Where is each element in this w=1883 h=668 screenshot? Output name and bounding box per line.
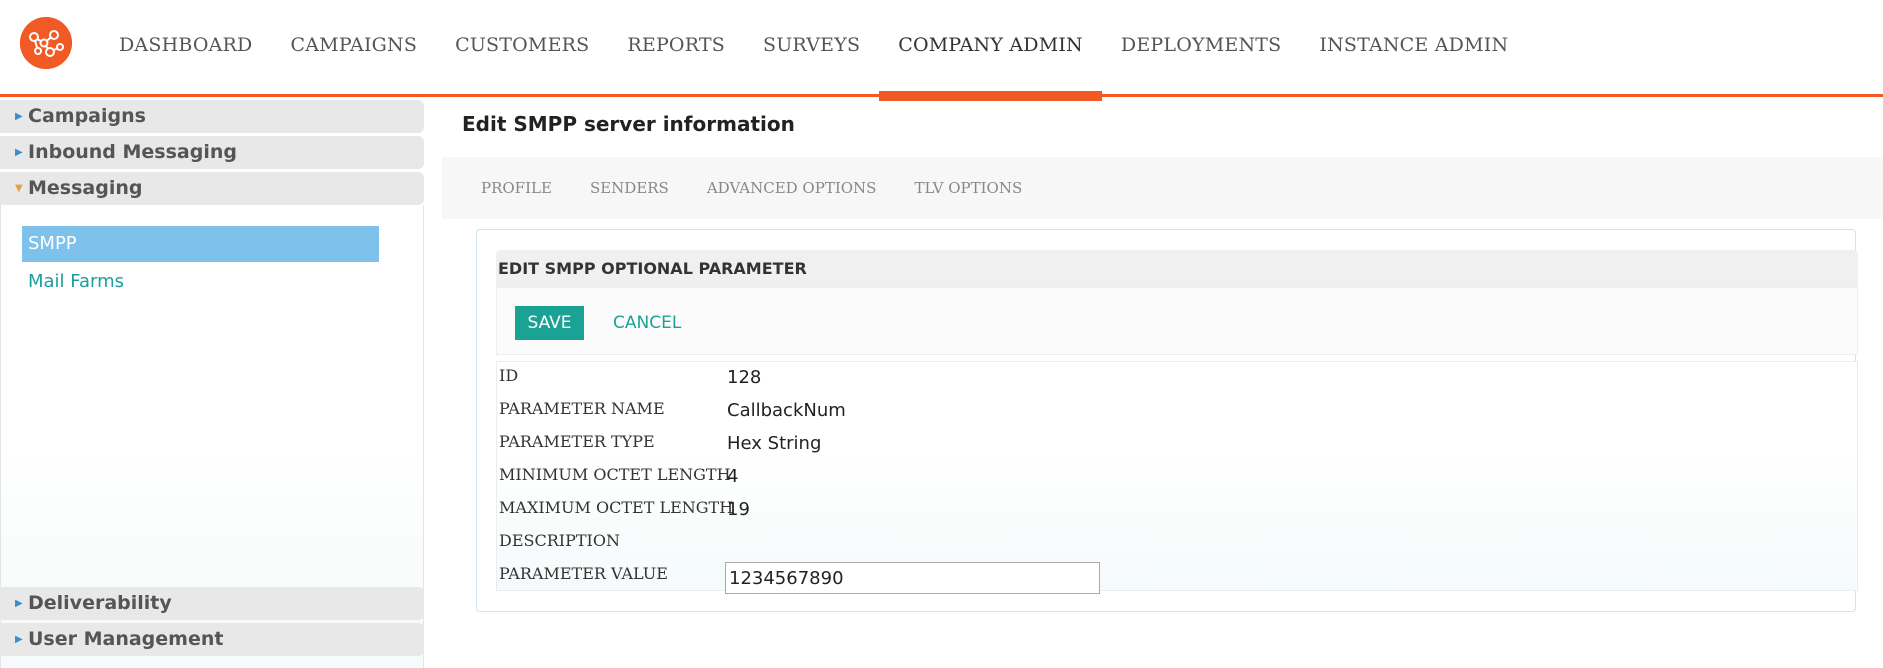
tab-senders[interactable]: SENDERS xyxy=(571,179,688,197)
tab-tlv-options[interactable]: TLV OPTIONS xyxy=(895,179,1041,197)
form-row-id: ID 128 xyxy=(497,362,1859,390)
field-value: CallbackNum xyxy=(727,400,846,421)
form-row-max-octet-length: MAXIMUM OCTET LENGTH 19 xyxy=(497,494,1859,522)
caret-right-icon: ▶ xyxy=(15,111,23,122)
nav-campaigns[interactable]: CAMPAIGNS xyxy=(272,2,437,96)
caret-right-icon: ▶ xyxy=(15,598,23,609)
caret-right-icon: ▶ xyxy=(15,147,23,158)
form-row-min-octet-length: MINIMUM OCTET LENGTH 4 xyxy=(497,461,1859,489)
edit-parameter-panel: EDIT SMPP OPTIONAL PARAMETER SAVE CANCEL… xyxy=(476,229,1859,612)
sidebar-section-label: Deliverability xyxy=(28,592,172,614)
tab-profile[interactable]: PROFILE xyxy=(462,179,571,197)
sidebar-section-label: Campaigns xyxy=(28,105,146,127)
tab-advanced-options[interactable]: ADVANCED OPTIONS xyxy=(688,179,896,197)
sidebar-section-inbound-messaging[interactable]: ▶ Inbound Messaging xyxy=(0,136,424,169)
top-navigation-bar: DASHBOARD CAMPAIGNS CUSTOMERS REPORTS SU… xyxy=(0,0,1883,101)
sidebar-section-user-management[interactable]: ▶ User Management xyxy=(0,623,424,656)
field-label: PARAMETER VALUE xyxy=(499,564,668,583)
sidebar-item-mail-farms[interactable]: Mail Farms xyxy=(22,264,379,300)
nav-company-admin[interactable]: COMPANY ADMIN xyxy=(879,2,1102,101)
sidebar: ▶ Campaigns ▶ Inbound Messaging ▼ Messag… xyxy=(0,100,425,668)
sidebar-section-label: Messaging xyxy=(28,177,143,199)
nav-surveys[interactable]: SURVEYS xyxy=(744,2,879,96)
form-row-parameter-value: PARAMETER VALUE xyxy=(497,560,1859,594)
cancel-button[interactable]: CANCEL xyxy=(594,306,700,340)
caret-down-icon: ▼ xyxy=(15,183,23,194)
action-bar: SAVE CANCEL xyxy=(496,287,1858,355)
form-row-parameter-type: PARAMETER TYPE Hex String xyxy=(497,428,1859,456)
main-nav: DASHBOARD CAMPAIGNS CUSTOMERS REPORTS SU… xyxy=(100,0,1527,101)
sidebar-section-label: User Management xyxy=(28,628,224,650)
tab-bar: PROFILE SENDERS ADVANCED OPTIONS TLV OPT… xyxy=(442,157,1883,219)
nav-customers[interactable]: CUSTOMERS xyxy=(436,2,608,96)
form-row-description: DESCRIPTION xyxy=(497,527,1859,555)
nav-reports[interactable]: REPORTS xyxy=(608,2,744,96)
field-label: MINIMUM OCTET LENGTH xyxy=(499,465,731,484)
brand-logo-icon[interactable] xyxy=(20,17,72,69)
page-title: Edit SMPP server information xyxy=(462,112,795,136)
nav-deployments[interactable]: DEPLOYMENTS xyxy=(1102,2,1300,96)
panel-heading-text: EDIT SMPP OPTIONAL PARAMETER xyxy=(498,259,807,278)
field-label: ID xyxy=(499,366,519,385)
nav-dashboard[interactable]: DASHBOARD xyxy=(100,2,272,96)
field-label: DESCRIPTION xyxy=(499,531,620,550)
field-value: Hex String xyxy=(727,433,822,454)
field-label: PARAMETER NAME xyxy=(499,399,665,418)
form-row-parameter-name: PARAMETER NAME CallbackNum xyxy=(497,395,1859,423)
parameter-value-input[interactable] xyxy=(725,562,1100,594)
save-button[interactable]: SAVE xyxy=(515,306,584,340)
sidebar-section-messaging[interactable]: ▼ Messaging xyxy=(0,172,424,205)
sidebar-section-label: Inbound Messaging xyxy=(28,141,237,163)
field-label: PARAMETER TYPE xyxy=(499,432,655,451)
field-value: 128 xyxy=(727,367,762,388)
field-label: MAXIMUM OCTET LENGTH xyxy=(499,498,734,517)
field-value: 4 xyxy=(727,466,739,487)
parameter-form: ID 128 PARAMETER NAME CallbackNum PARAME… xyxy=(496,361,1859,594)
panel-heading: EDIT SMPP OPTIONAL PARAMETER xyxy=(496,250,1858,287)
sidebar-section-deliverability[interactable]: ▶ Deliverability xyxy=(0,587,424,620)
nav-instance-admin[interactable]: INSTANCE ADMIN xyxy=(1300,2,1527,96)
caret-right-icon: ▶ xyxy=(15,634,23,645)
sidebar-item-smpp[interactable]: SMPP xyxy=(22,226,379,262)
field-value: 19 xyxy=(727,499,750,520)
sidebar-section-campaigns[interactable]: ▶ Campaigns xyxy=(0,100,424,133)
